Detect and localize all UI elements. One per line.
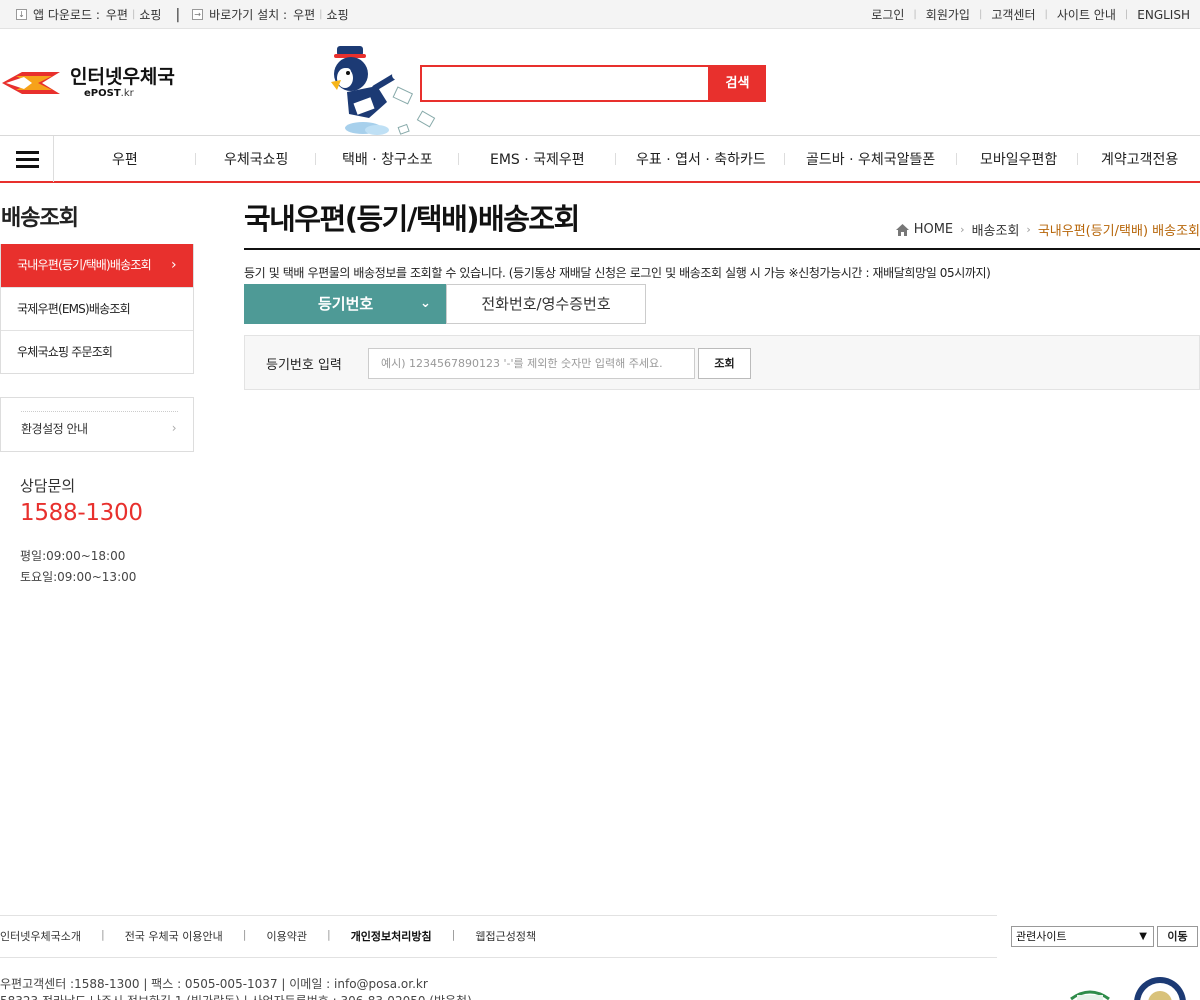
shortcut-label: 바로가기 설치 : [209,8,288,22]
sidebar-title: 배송조회 [1,206,79,231]
sidebar-menu: 국내우편(등기/택배)배송조회 › 국제우편(EMS)배송조회 우체국쇼핑 주문… [0,244,194,374]
environment-settings-box[interactable]: 환경설정 안내 › [0,397,194,452]
download-icon: ↓ [16,9,27,20]
move-button[interactable]: 이동 [1157,926,1198,947]
breadcrumb-home[interactable]: HOME [914,222,953,237]
search-input[interactable] [420,65,710,102]
tracking-form: 등기번호 입력 예시) 1234567890123 '-'를 제외한 숫자만 입… [244,335,1200,390]
gnb-item-goldbar[interactable]: 골드바 · 우체국알뜰폰 [806,149,935,169]
page-description: 등기 및 택배 우편물의 배송정보를 조회할 수 있습니다. (등기통상 재배달… [244,266,991,280]
site-guide-link[interactable]: 사이트 안내 [1057,6,1116,23]
tab-registered-number[interactable]: 등기번호 ⌄ [244,284,446,324]
chevron-down-icon: ▼ [1139,931,1147,942]
gnb-item-contract[interactable]: 계약고객전용 [1101,149,1178,169]
footer-link-privacy[interactable]: 개인정보처리방침 [351,928,432,944]
gnb-item-stamp[interactable]: 우표 · 엽서 · 축하카드 [636,149,766,169]
join-link[interactable]: 회원가입 [926,6,970,23]
gnb-item-ems[interactable]: EMS · 국제우편 [490,149,585,169]
app-download-links: ↓ 앱 다운로드 : 우편 | 쇼핑 | → 바로가기 설치 : 우편 | 쇼핑 [16,6,349,23]
epost-logo-icon [2,72,60,94]
cs-saturday-hours: 토요일:09:00~13:00 [20,570,137,584]
chevron-down-icon: ⌄ [420,296,431,311]
footer-divider-bottom [0,957,997,958]
sidebar-item-ems-tracking[interactable]: 국제우편(EMS)배송조회 [1,287,193,330]
tab-label: 등기번호 [318,295,374,313]
tracking-number-input[interactable]: 예시) 1234567890123 '-'를 제외한 숫자만 입력해 주세요. [368,348,695,379]
cs-weekday-hours: 평일:09:00~18:00 [20,549,126,563]
app-download-label: 앱 다운로드 : [33,8,100,22]
login-link[interactable]: 로그인 [871,6,904,23]
customer-center-link[interactable]: 고객센터 [991,6,1035,23]
gnb-item-post[interactable]: 우편 [112,149,138,169]
shortcut-icon: → [192,9,204,20]
logo-title: 인터넷우체국 [70,65,175,88]
app-post-link[interactable]: 우편 [106,6,128,23]
app-shop-link[interactable]: 쇼핑 [139,6,161,23]
footer-contact-info: 우편고객센터 :1588-1300 | 팩스 : 0505-005-1037 |… [0,977,428,991]
related-site-select[interactable]: 관련사이트 ▼ [1011,926,1154,947]
logo-en-bold: ePOST [84,87,121,99]
chevron-right-icon: › [171,257,177,273]
sidebar-item-label: 우체국쇼핑 주문조회 [17,345,113,359]
breadcrumb: HOME › 배송조회 › 국내우편(등기/택배) 배송조회 [895,220,1200,239]
main-navigation: 우편 우체국쇼핑 택배 · 창구소포 EMS · 국제우편 우표 · 엽서 · … [0,135,1200,183]
certification-badge-icon [1070,990,1110,1000]
query-button[interactable]: 조회 [698,348,751,379]
kisia-seal-icon [1134,977,1186,1000]
sidebar-item-label: 국제우편(EMS)배송조회 [17,302,131,316]
page-title: 국내우편(등기/택배)배송조회 [244,202,580,236]
footer-divider-top [0,915,997,916]
footer-link-about[interactable]: 인터넷우체국소개 [0,928,81,944]
logo-en-rest: .kr [120,87,134,99]
chevron-right-icon: › [171,421,177,435]
breadcrumb-current: 국내우편(등기/택배) 배송조회 [1037,224,1200,239]
related-site-label: 관련사이트 [1016,930,1067,943]
sidebar-item-label: 국내우편(등기/택배)배송조회 [17,258,152,272]
breadcrumb-tracking[interactable]: 배송조회 [972,220,1020,239]
search-button[interactable]: 검색 [709,65,766,102]
cs-phone-number: 1588-1300 [20,500,143,526]
sidebar-item-shopping-order[interactable]: 우체국쇼핑 주문조회 [1,330,193,373]
cs-title: 상담문의 [20,477,76,495]
tab-phone-receipt[interactable]: 전화번호/영수증번호 [446,284,646,324]
footer-link-terms[interactable]: 이용약관 [266,928,306,944]
site-logo[interactable]: 인터넷우체국 ePOST.kr [2,66,175,100]
shortcut-shop-link[interactable]: 쇼핑 [327,6,349,23]
gnb-item-parcel[interactable]: 택배 · 창구소포 [342,149,433,169]
footer-link-accessibility[interactable]: 웹접근성정책 [475,928,536,944]
cs-hours: 평일:09:00~18:00 토요일:09:00~13:00 [20,546,136,588]
gnb-item-shopping[interactable]: 우체국쇼핑 [224,149,288,169]
english-link[interactable]: ENGLISH [1137,8,1190,22]
top-utility-bar: ↓ 앱 다운로드 : 우편 | 쇼핑 | → 바로가기 설치 : 우편 | 쇼핑… [0,0,1200,29]
hamburger-menu-icon[interactable] [0,136,54,182]
gnb-item-mobile-mailbox[interactable]: 모바일우편함 [980,149,1057,169]
footer-links: 인터넷우체국소개 | 전국 우체국 이용안내 | 이용약관 | 개인정보처리방침… [0,928,537,944]
tracking-number-label: 등기번호 입력 [266,358,342,373]
member-links: 로그인 | 회원가입 | 고객센터 | 사이트 안내 | ENGLISH [871,6,1190,23]
shortcut-post-link[interactable]: 우편 [293,6,315,23]
title-divider [244,248,1200,250]
footer-link-offices[interactable]: 전국 우체국 이용안내 [125,928,223,944]
environment-settings-label: 환경설정 안내 [21,422,88,436]
footer-address-info: 58323 전라남도 나주시 정보화길 1 (빛가람동) | 사업자등록번호 :… [0,992,472,1000]
home-icon [895,223,909,236]
sidebar-item-domestic-tracking[interactable]: 국내우편(등기/택배)배송조회 › [1,244,193,287]
